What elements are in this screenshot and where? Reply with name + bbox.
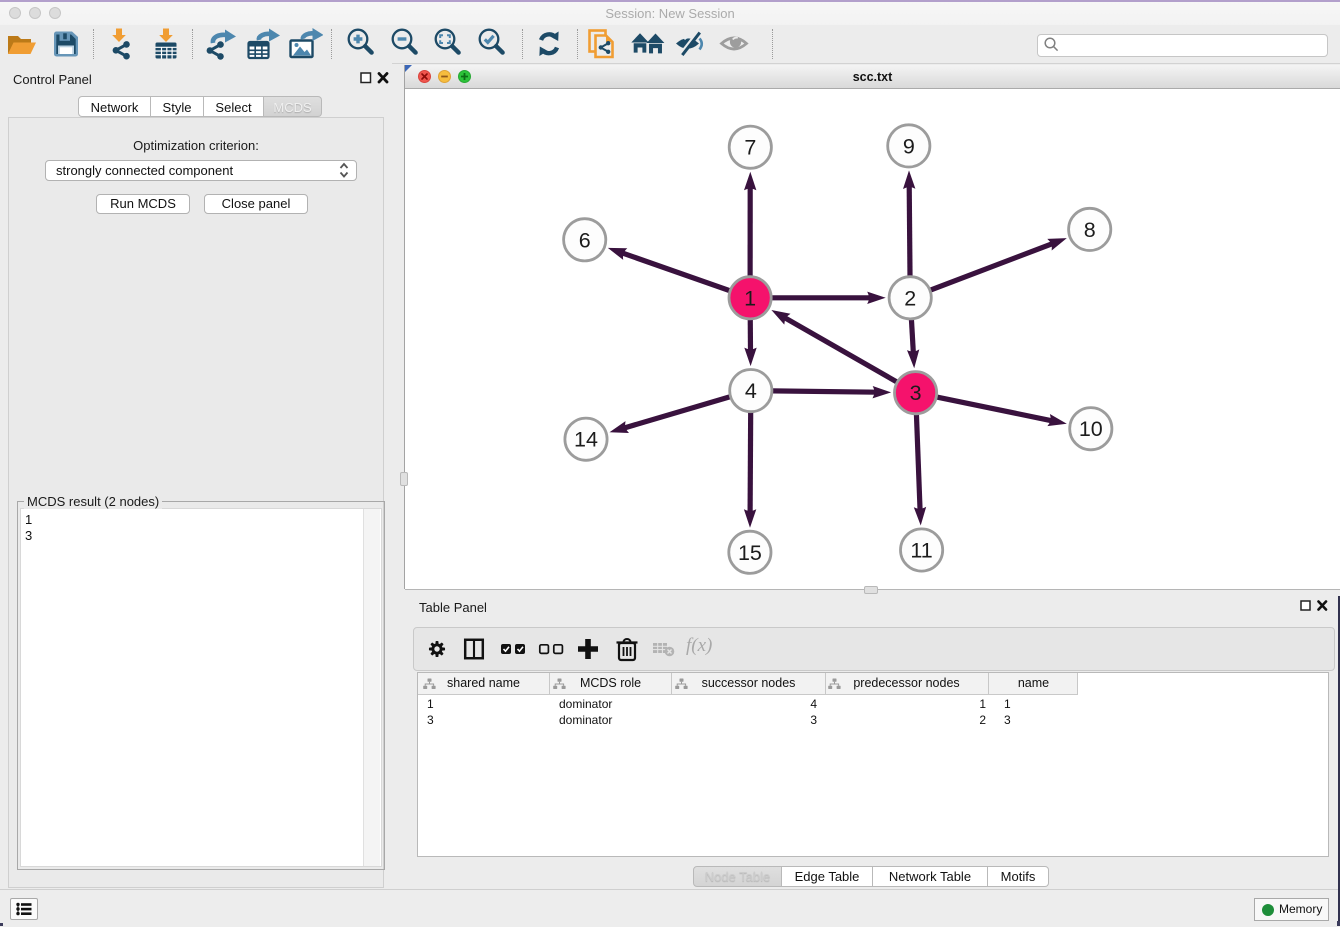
svg-text:1: 1 — [744, 286, 756, 310]
svg-text:10: 10 — [1079, 417, 1103, 441]
svg-text:2: 2 — [904, 286, 916, 310]
svg-text:14: 14 — [574, 428, 598, 452]
svg-text:3: 3 — [910, 381, 922, 405]
svg-text:7: 7 — [744, 136, 756, 160]
svg-text:8: 8 — [1084, 218, 1096, 242]
svg-text:9: 9 — [903, 134, 915, 158]
svg-text:4: 4 — [745, 379, 757, 403]
svg-text:6: 6 — [579, 228, 591, 252]
svg-text:15: 15 — [738, 541, 762, 565]
svg-text:11: 11 — [910, 539, 932, 563]
